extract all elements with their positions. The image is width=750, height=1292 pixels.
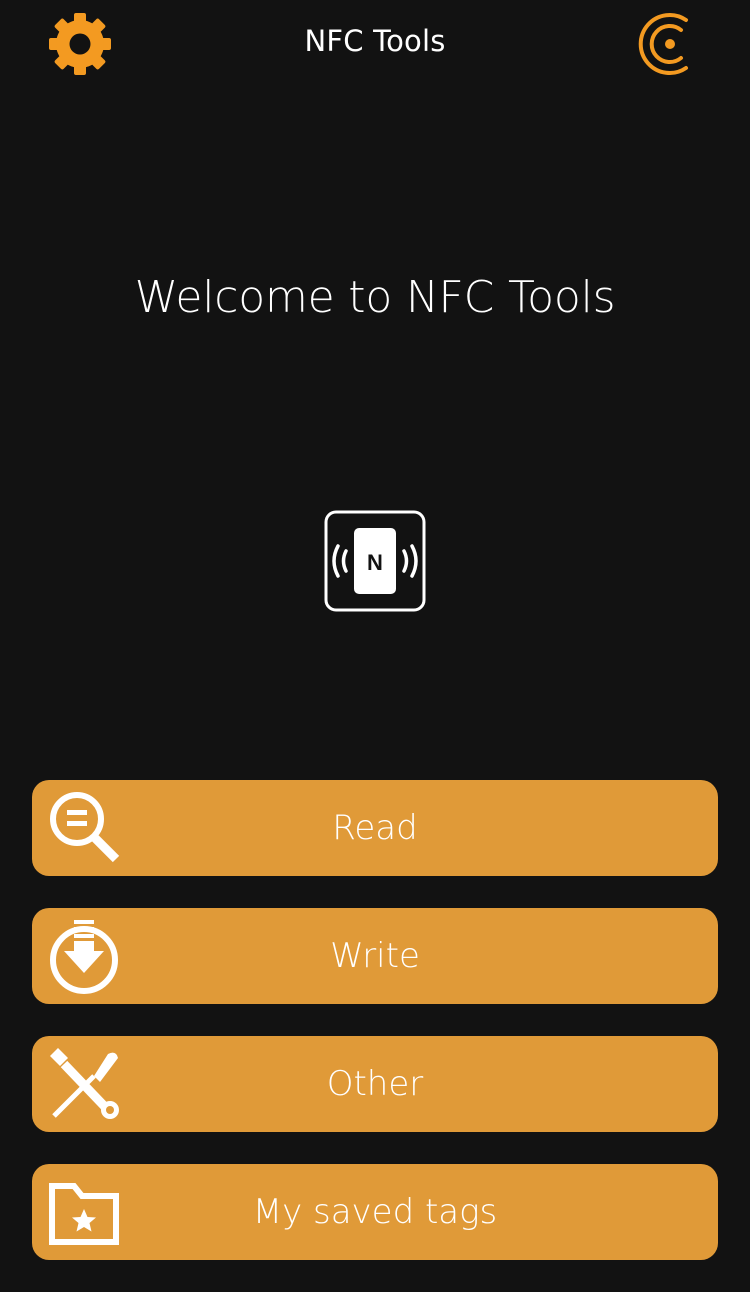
read-label: Read: [332, 808, 418, 848]
nfc-logo-icon: N: [324, 510, 426, 612]
welcome-heading: Welcome to NFC Tools: [134, 272, 616, 323]
saved-tags-button[interactable]: My saved tags: [32, 1164, 718, 1260]
saved-tags-label: My saved tags: [252, 1192, 498, 1232]
top-bar: NFC Tools: [0, 0, 750, 86]
wakdev-logo-icon: [638, 13, 688, 75]
brand-button[interactable]: [634, 10, 696, 78]
write-label: Write: [330, 936, 420, 976]
read-button[interactable]: Read: [32, 780, 718, 876]
other-label: Other: [326, 1064, 424, 1104]
nfc-logo-letter: N: [367, 550, 383, 575]
other-button[interactable]: Other: [32, 1036, 718, 1132]
write-button[interactable]: Write: [32, 908, 718, 1004]
